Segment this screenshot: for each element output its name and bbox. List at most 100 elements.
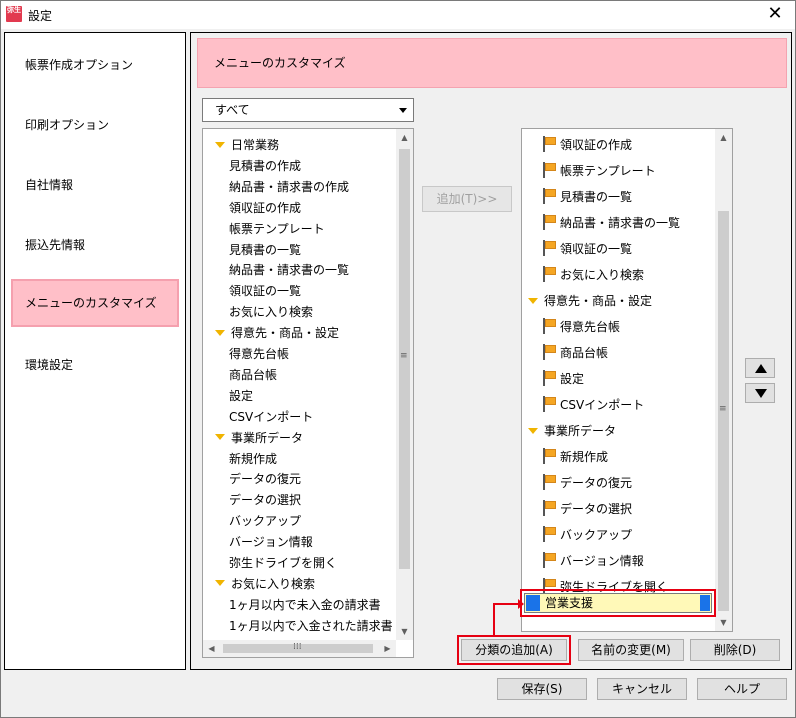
- move-down-button[interactable]: [745, 383, 775, 403]
- triangle-down-icon: [755, 389, 767, 398]
- list-item[interactable]: 帳票テンプレート: [542, 161, 656, 181]
- list-item-label: 領収証の作成: [560, 138, 633, 152]
- list-item-label: データの復元: [229, 472, 302, 487]
- left-horizontal-scrollbar[interactable]: ◀ ⁞⁞⁞ ▶: [203, 640, 396, 657]
- add-to-menu-button[interactable]: 追加(T)>>: [422, 186, 512, 212]
- sidebar-item-form-options[interactable]: 帳票作成オプション: [11, 41, 179, 89]
- list-item[interactable]: 新規作成: [229, 449, 277, 469]
- tree-group[interactable]: 得意先・商品・設定: [215, 323, 339, 343]
- chevron-down-icon: [399, 108, 407, 113]
- list-item[interactable]: バージョン情報: [542, 551, 644, 571]
- custom-menu-list[interactable]: 領収証の作成帳票テンプレート 見積書の一覧納品書・請求書の一覧 領収証の一覧お気に入…: [521, 128, 733, 632]
- tree-group[interactable]: 事業所データ: [215, 428, 303, 448]
- list-item-label: 納品書・請求書の一覧: [560, 216, 681, 230]
- list-item[interactable]: データの選択: [542, 499, 632, 519]
- scroll-down-icon[interactable]: ▼: [396, 623, 413, 640]
- save-button[interactable]: 保存(S): [497, 678, 587, 700]
- list-item[interactable]: 納品書・請求書の作成: [229, 177, 349, 197]
- list-item-label: 納品書・請求書の一覧: [229, 263, 350, 278]
- list-item-label: 見積書の一覧: [229, 242, 302, 257]
- scroll-left-icon[interactable]: ◀: [203, 640, 220, 657]
- list-item[interactable]: お気に入り検索: [542, 265, 644, 285]
- tree-group[interactable]: 日常業務: [215, 135, 279, 155]
- list-item[interactable]: 納品書・請求書の一覧: [542, 213, 680, 233]
- scroll-right-icon[interactable]: ▶: [379, 640, 396, 657]
- list-item-label: 商品台帳: [560, 346, 609, 360]
- cancel-button[interactable]: キャンセル: [597, 678, 687, 700]
- list-item[interactable]: データの復元: [542, 473, 632, 493]
- flag-icon: [542, 344, 556, 360]
- triangle-expand-icon[interactable]: [215, 329, 225, 336]
- list-item[interactable]: 帳票テンプレート: [229, 219, 325, 239]
- tree-group[interactable]: 事業所データ: [528, 421, 616, 441]
- sidebar-item-bank-info[interactable]: 振込先情報: [11, 221, 179, 269]
- tree-group[interactable]: 得意先・商品・設定: [528, 291, 652, 311]
- list-item-label: 帳票テンプレート: [229, 221, 325, 236]
- flag-icon: [542, 136, 556, 152]
- list-item[interactable]: 設定: [542, 369, 584, 389]
- list-item-label: 得意先・商品・設定: [544, 294, 653, 308]
- move-up-button[interactable]: [745, 358, 775, 378]
- list-item[interactable]: 領収証の一覧: [229, 281, 301, 301]
- list-item-label: 納品書・請求書の作成: [229, 179, 350, 194]
- list-item[interactable]: 得意先台帳: [229, 344, 289, 364]
- tree-group[interactable]: お気に入り検索: [215, 574, 315, 594]
- list-item[interactable]: 領収証の作成: [542, 135, 632, 155]
- triangle-expand-icon[interactable]: [528, 297, 538, 304]
- right-vertical-scrollbar[interactable]: ▲ ≡ ▼: [715, 129, 732, 631]
- rename-button[interactable]: 名前の変更(M): [578, 639, 684, 661]
- list-item[interactable]: データの選択: [229, 490, 301, 510]
- list-item[interactable]: 1ヶ月以内で入金された請求書: [229, 616, 393, 636]
- list-item[interactable]: 見積書の一覧: [542, 187, 632, 207]
- triangle-expand-icon[interactable]: [528, 427, 538, 434]
- triangle-up-icon: [755, 364, 767, 373]
- list-item-label: 設定: [229, 388, 254, 403]
- list-item[interactable]: CSVインポート: [229, 407, 313, 427]
- list-item[interactable]: 得意先台帳: [542, 317, 620, 337]
- list-item[interactable]: 1ヶ月以内で未入金の請求書: [229, 595, 381, 615]
- available-menu-list[interactable]: 日常業務 見積書の作成納品書・請求書の作成領収証の作成帳票テンプレート 見積書の一覧…: [202, 128, 414, 658]
- list-item[interactable]: 弥生ドライブを開く: [229, 553, 337, 573]
- delete-button[interactable]: 削除(D): [690, 639, 780, 661]
- triangle-expand-icon[interactable]: [215, 141, 225, 148]
- list-item-label: データの復元: [560, 476, 633, 490]
- window-title: 設定: [28, 9, 53, 23]
- list-item[interactable]: 商品台帳: [229, 365, 277, 385]
- sidebar-item-print-options[interactable]: 印刷オプション: [11, 101, 179, 149]
- list-item[interactable]: CSVインポート: [542, 395, 644, 415]
- category-filter-select[interactable]: すべて: [202, 98, 414, 122]
- list-item-label: 新規作成: [229, 451, 278, 466]
- flag-icon: [542, 188, 556, 204]
- triangle-expand-icon[interactable]: [215, 580, 225, 587]
- list-item-label: 得意先台帳: [229, 347, 290, 361]
- list-item-label: CSVインポート: [560, 398, 645, 412]
- list-item[interactable]: 領収証の一覧: [542, 239, 632, 259]
- settings-sidebar: 帳票作成オプション 印刷オプション 自社情報 振込先情報 メニューのカスタマイズ…: [4, 32, 186, 670]
- help-button[interactable]: ヘルプ: [697, 678, 787, 700]
- list-item[interactable]: 設定: [229, 386, 253, 406]
- scroll-up-icon[interactable]: ▲: [715, 129, 732, 146]
- grip-icon: ⁞⁞⁞: [293, 642, 302, 652]
- flag-icon: [542, 266, 556, 282]
- list-item[interactable]: 納品書・請求書の一覧: [229, 260, 349, 280]
- list-item[interactable]: データの復元: [229, 469, 301, 489]
- sidebar-item-menu-customize[interactable]: メニューのカスタマイズ: [11, 279, 179, 327]
- sidebar-item-environment[interactable]: 環境設定: [11, 341, 179, 389]
- list-item[interactable]: バージョン情報: [229, 532, 313, 552]
- list-item[interactable]: バックアップ: [229, 511, 301, 531]
- scroll-down-icon[interactable]: ▼: [715, 614, 732, 631]
- left-vertical-scrollbar[interactable]: ▲ ≡ ▼: [396, 129, 413, 640]
- triangle-expand-icon[interactable]: [215, 434, 225, 441]
- list-item[interactable]: 見積書の一覧: [229, 240, 301, 260]
- list-item[interactable]: 商品台帳: [542, 343, 608, 363]
- scroll-up-icon[interactable]: ▲: [396, 129, 413, 146]
- list-item-label: 領収証の一覧: [560, 242, 633, 256]
- list-item[interactable]: バックアップ: [542, 525, 632, 545]
- list-item[interactable]: お気に入り検索: [229, 302, 313, 322]
- flag-icon: [542, 526, 556, 542]
- close-icon[interactable]: ✕: [763, 3, 787, 25]
- list-item[interactable]: 見積書の作成: [229, 156, 301, 176]
- list-item[interactable]: 新規作成: [542, 447, 608, 467]
- sidebar-item-company-info[interactable]: 自社情報: [11, 161, 179, 209]
- list-item[interactable]: 領収証の作成: [229, 198, 301, 218]
